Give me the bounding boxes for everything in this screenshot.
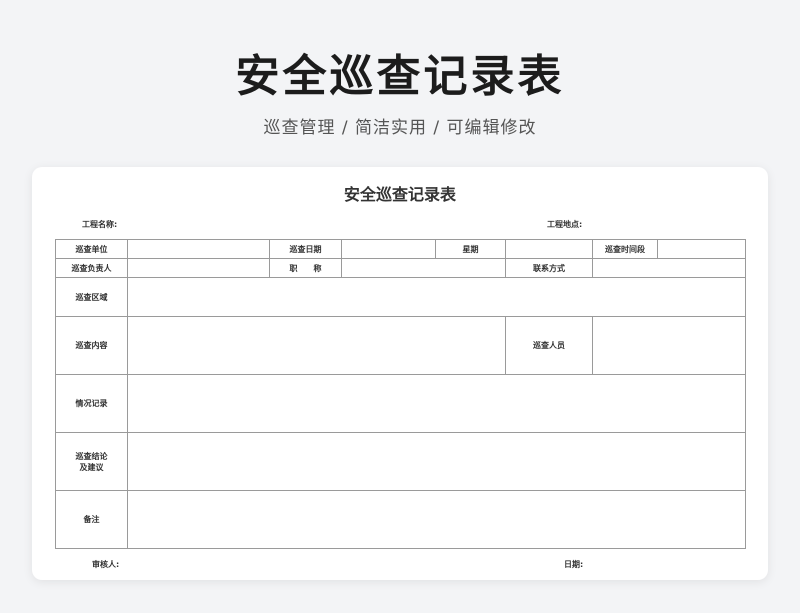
record-field[interactable] <box>127 374 746 433</box>
table-row: 备注 <box>55 490 746 549</box>
table-row: 巡查区域 <box>55 277 746 317</box>
remarks-label: 备注 <box>55 490 128 549</box>
page-title: 安全巡查记录表 <box>235 51 565 102</box>
project-location-label: 工程地点: <box>547 220 583 229</box>
table-row: 情况记录 <box>55 374 746 433</box>
record-label: 情况记录 <box>55 374 128 433</box>
inspection-date-field[interactable] <box>341 239 436 259</box>
inspection-unit-field[interactable] <box>127 239 270 259</box>
person-in-charge-field[interactable] <box>127 258 270 278</box>
job-title-label: 职 称 <box>269 258 342 278</box>
content-label: 巡查内容 <box>55 316 128 375</box>
date-label: 日期: <box>564 560 584 569</box>
inspection-date-label: 巡查日期 <box>269 239 342 259</box>
personnel-field[interactable] <box>592 316 746 375</box>
table-row: 巡查结论 及建议 <box>55 432 746 491</box>
conclusion-field[interactable] <box>127 432 746 491</box>
project-name-label: 工程名称: <box>82 220 118 229</box>
inspection-period-label: 巡查时间段 <box>592 239 658 259</box>
contact-label: 联系方式 <box>505 258 593 278</box>
area-label: 巡查区域 <box>55 277 128 317</box>
inspection-period-field[interactable] <box>657 239 746 259</box>
conclusion-label-line1: 巡查结论 <box>75 451 108 461</box>
table-row: 巡查单位 巡查日期 星期 巡查时间段 <box>55 239 746 259</box>
table-row: 巡查内容 巡查人员 <box>55 316 746 375</box>
content-field[interactable] <box>127 316 506 375</box>
conclusion-label: 巡查结论 及建议 <box>55 432 128 491</box>
page-subtitle: 巡查管理 / 简洁实用 / 可编辑修改 <box>263 118 537 138</box>
area-field[interactable] <box>127 277 746 317</box>
job-title-field[interactable] <box>341 258 506 278</box>
person-in-charge-label: 巡查负责人 <box>55 258 128 278</box>
table-row: 巡查负责人 职 称 联系方式 <box>55 258 746 278</box>
weekday-label: 星期 <box>435 239 506 259</box>
remarks-field[interactable] <box>127 490 746 549</box>
inspection-unit-label: 巡查单位 <box>55 239 128 259</box>
form-title: 安全巡查记录表 <box>343 185 456 204</box>
form-card: 安全巡查记录表 工程名称: 工程地点: 巡查单位 巡查日期 星期 巡查时间段 巡… <box>32 167 768 580</box>
conclusion-label-line2: 及建议 <box>79 462 104 472</box>
weekday-field[interactable] <box>505 239 593 259</box>
reviewer-label: 审核人: <box>92 560 120 569</box>
contact-field[interactable] <box>592 258 746 278</box>
inspection-form-table: 巡查单位 巡查日期 星期 巡查时间段 巡查负责人 职 称 联系方式 巡查区域 巡… <box>55 239 746 549</box>
personnel-label: 巡查人员 <box>505 316 593 375</box>
